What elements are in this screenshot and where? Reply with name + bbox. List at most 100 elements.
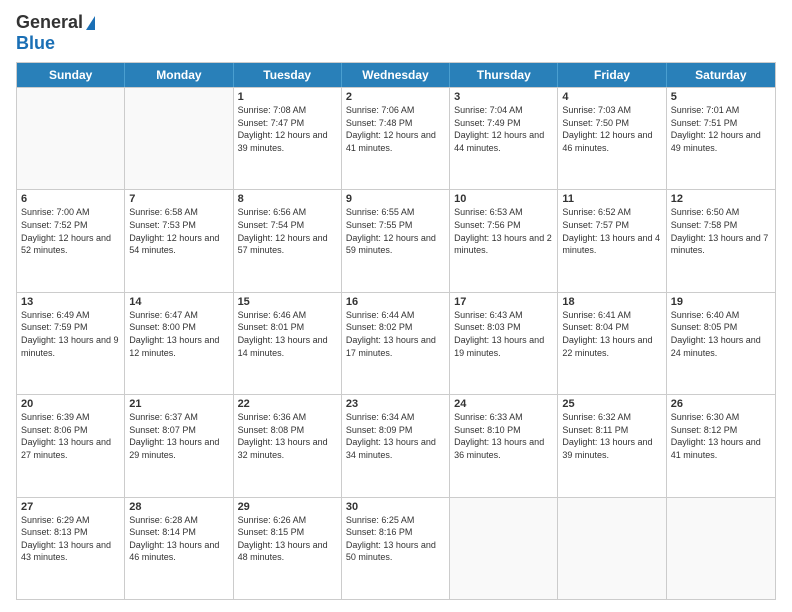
calendar-day-3: 3Sunrise: 7:04 AMSunset: 7:49 PMDaylight…	[450, 88, 558, 189]
calendar-day-16: 16Sunrise: 6:44 AMSunset: 8:02 PMDayligh…	[342, 293, 450, 394]
calendar-empty-cell	[558, 498, 666, 599]
day-info: Sunrise: 6:56 AMSunset: 7:54 PMDaylight:…	[238, 206, 337, 256]
day-number: 20	[21, 398, 120, 410]
calendar-day-9: 9Sunrise: 6:55 AMSunset: 7:55 PMDaylight…	[342, 190, 450, 291]
calendar-day-13: 13Sunrise: 6:49 AMSunset: 7:59 PMDayligh…	[17, 293, 125, 394]
day-number: 3	[454, 91, 553, 103]
logo: General Blue	[16, 12, 95, 54]
day-info: Sunrise: 6:29 AMSunset: 8:13 PMDaylight:…	[21, 514, 120, 564]
calendar-day-27: 27Sunrise: 6:29 AMSunset: 8:13 PMDayligh…	[17, 498, 125, 599]
calendar-day-10: 10Sunrise: 6:53 AMSunset: 7:56 PMDayligh…	[450, 190, 558, 291]
day-info: Sunrise: 6:28 AMSunset: 8:14 PMDaylight:…	[129, 514, 228, 564]
day-number: 2	[346, 91, 445, 103]
calendar-day-14: 14Sunrise: 6:47 AMSunset: 8:00 PMDayligh…	[125, 293, 233, 394]
day-number: 4	[562, 91, 661, 103]
day-info: Sunrise: 6:26 AMSunset: 8:15 PMDaylight:…	[238, 514, 337, 564]
day-number: 9	[346, 193, 445, 205]
day-number: 22	[238, 398, 337, 410]
calendar-empty-cell	[17, 88, 125, 189]
day-number: 18	[562, 296, 661, 308]
day-info: Sunrise: 6:37 AMSunset: 8:07 PMDaylight:…	[129, 411, 228, 461]
calendar-day-26: 26Sunrise: 6:30 AMSunset: 8:12 PMDayligh…	[667, 395, 775, 496]
day-number: 28	[129, 501, 228, 513]
calendar-day-22: 22Sunrise: 6:36 AMSunset: 8:08 PMDayligh…	[234, 395, 342, 496]
day-number: 24	[454, 398, 553, 410]
calendar-empty-cell	[450, 498, 558, 599]
calendar-day-21: 21Sunrise: 6:37 AMSunset: 8:07 PMDayligh…	[125, 395, 233, 496]
day-info: Sunrise: 6:32 AMSunset: 8:11 PMDaylight:…	[562, 411, 661, 461]
day-info: Sunrise: 6:40 AMSunset: 8:05 PMDaylight:…	[671, 309, 771, 359]
calendar-day-29: 29Sunrise: 6:26 AMSunset: 8:15 PMDayligh…	[234, 498, 342, 599]
day-info: Sunrise: 6:50 AMSunset: 7:58 PMDaylight:…	[671, 206, 771, 256]
day-number: 14	[129, 296, 228, 308]
calendar-row-3: 13Sunrise: 6:49 AMSunset: 7:59 PMDayligh…	[17, 292, 775, 394]
calendar-day-24: 24Sunrise: 6:33 AMSunset: 8:10 PMDayligh…	[450, 395, 558, 496]
weekday-header-tuesday: Tuesday	[234, 63, 342, 87]
day-info: Sunrise: 6:55 AMSunset: 7:55 PMDaylight:…	[346, 206, 445, 256]
calendar-row-5: 27Sunrise: 6:29 AMSunset: 8:13 PMDayligh…	[17, 497, 775, 599]
day-info: Sunrise: 6:41 AMSunset: 8:04 PMDaylight:…	[562, 309, 661, 359]
calendar-day-19: 19Sunrise: 6:40 AMSunset: 8:05 PMDayligh…	[667, 293, 775, 394]
day-number: 17	[454, 296, 553, 308]
day-info: Sunrise: 7:00 AMSunset: 7:52 PMDaylight:…	[21, 206, 120, 256]
calendar-day-25: 25Sunrise: 6:32 AMSunset: 8:11 PMDayligh…	[558, 395, 666, 496]
calendar-day-20: 20Sunrise: 6:39 AMSunset: 8:06 PMDayligh…	[17, 395, 125, 496]
calendar-row-4: 20Sunrise: 6:39 AMSunset: 8:06 PMDayligh…	[17, 394, 775, 496]
weekday-header-friday: Friday	[558, 63, 666, 87]
day-info: Sunrise: 6:30 AMSunset: 8:12 PMDaylight:…	[671, 411, 771, 461]
calendar-day-6: 6Sunrise: 7:00 AMSunset: 7:52 PMDaylight…	[17, 190, 125, 291]
calendar-day-18: 18Sunrise: 6:41 AMSunset: 8:04 PMDayligh…	[558, 293, 666, 394]
day-number: 13	[21, 296, 120, 308]
calendar-day-17: 17Sunrise: 6:43 AMSunset: 8:03 PMDayligh…	[450, 293, 558, 394]
calendar-day-7: 7Sunrise: 6:58 AMSunset: 7:53 PMDaylight…	[125, 190, 233, 291]
weekday-header-monday: Monday	[125, 63, 233, 87]
calendar-day-23: 23Sunrise: 6:34 AMSunset: 8:09 PMDayligh…	[342, 395, 450, 496]
day-info: Sunrise: 7:01 AMSunset: 7:51 PMDaylight:…	[671, 104, 771, 154]
day-number: 11	[562, 193, 661, 205]
calendar-day-28: 28Sunrise: 6:28 AMSunset: 8:14 PMDayligh…	[125, 498, 233, 599]
day-number: 16	[346, 296, 445, 308]
day-number: 25	[562, 398, 661, 410]
logo-blue: Blue	[16, 33, 55, 53]
calendar-day-8: 8Sunrise: 6:56 AMSunset: 7:54 PMDaylight…	[234, 190, 342, 291]
day-number: 1	[238, 91, 337, 103]
weekday-header-saturday: Saturday	[667, 63, 775, 87]
calendar-day-15: 15Sunrise: 6:46 AMSunset: 8:01 PMDayligh…	[234, 293, 342, 394]
calendar-empty-cell	[125, 88, 233, 189]
day-info: Sunrise: 6:43 AMSunset: 8:03 PMDaylight:…	[454, 309, 553, 359]
day-number: 27	[21, 501, 120, 513]
day-info: Sunrise: 7:04 AMSunset: 7:49 PMDaylight:…	[454, 104, 553, 154]
calendar-day-5: 5Sunrise: 7:01 AMSunset: 7:51 PMDaylight…	[667, 88, 775, 189]
calendar-day-12: 12Sunrise: 6:50 AMSunset: 7:58 PMDayligh…	[667, 190, 775, 291]
calendar-day-30: 30Sunrise: 6:25 AMSunset: 8:16 PMDayligh…	[342, 498, 450, 599]
weekday-header-thursday: Thursday	[450, 63, 558, 87]
calendar-day-11: 11Sunrise: 6:52 AMSunset: 7:57 PMDayligh…	[558, 190, 666, 291]
calendar-header-row: SundayMondayTuesdayWednesdayThursdayFrid…	[17, 63, 775, 87]
day-info: Sunrise: 7:03 AMSunset: 7:50 PMDaylight:…	[562, 104, 661, 154]
calendar-day-1: 1Sunrise: 7:08 AMSunset: 7:47 PMDaylight…	[234, 88, 342, 189]
day-number: 6	[21, 193, 120, 205]
day-number: 23	[346, 398, 445, 410]
day-number: 21	[129, 398, 228, 410]
day-info: Sunrise: 6:36 AMSunset: 8:08 PMDaylight:…	[238, 411, 337, 461]
calendar-day-4: 4Sunrise: 7:03 AMSunset: 7:50 PMDaylight…	[558, 88, 666, 189]
day-number: 29	[238, 501, 337, 513]
weekday-header-wednesday: Wednesday	[342, 63, 450, 87]
day-number: 26	[671, 398, 771, 410]
page: General Blue SundayMondayTuesdayWednesda…	[0, 0, 792, 612]
calendar: SundayMondayTuesdayWednesdayThursdayFrid…	[16, 62, 776, 600]
day-info: Sunrise: 7:06 AMSunset: 7:48 PMDaylight:…	[346, 104, 445, 154]
day-info: Sunrise: 6:46 AMSunset: 8:01 PMDaylight:…	[238, 309, 337, 359]
day-info: Sunrise: 6:34 AMSunset: 8:09 PMDaylight:…	[346, 411, 445, 461]
day-info: Sunrise: 6:39 AMSunset: 8:06 PMDaylight:…	[21, 411, 120, 461]
day-number: 10	[454, 193, 553, 205]
day-number: 8	[238, 193, 337, 205]
weekday-header-sunday: Sunday	[17, 63, 125, 87]
day-info: Sunrise: 6:47 AMSunset: 8:00 PMDaylight:…	[129, 309, 228, 359]
day-number: 19	[671, 296, 771, 308]
day-info: Sunrise: 6:58 AMSunset: 7:53 PMDaylight:…	[129, 206, 228, 256]
day-number: 12	[671, 193, 771, 205]
day-info: Sunrise: 6:33 AMSunset: 8:10 PMDaylight:…	[454, 411, 553, 461]
header: General Blue	[16, 12, 776, 54]
calendar-row-1: 1Sunrise: 7:08 AMSunset: 7:47 PMDaylight…	[17, 87, 775, 189]
